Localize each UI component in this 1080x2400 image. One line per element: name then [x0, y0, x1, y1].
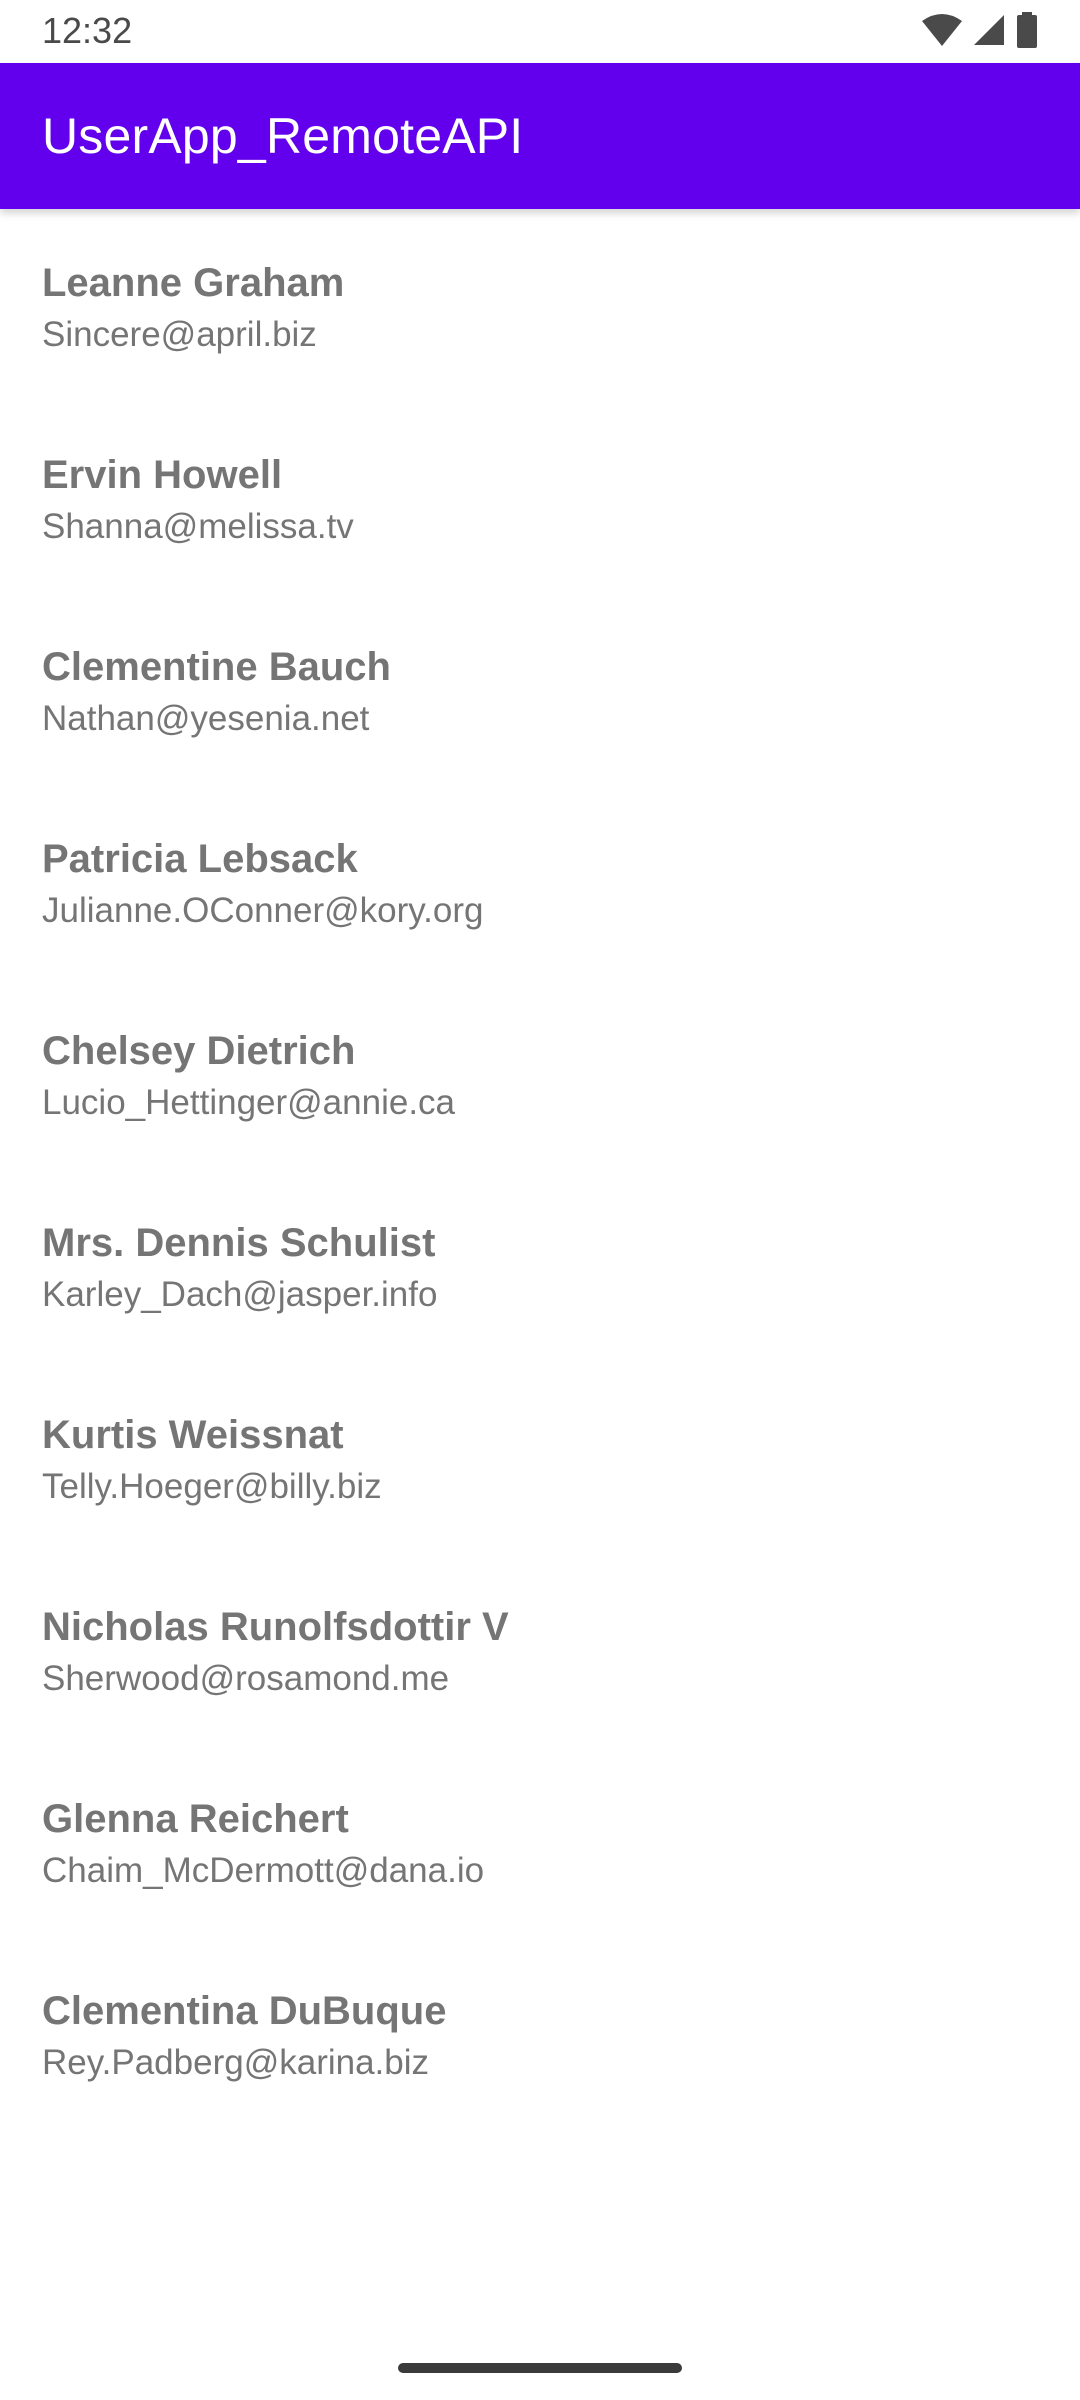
user-list-item[interactable]: Chelsey Dietrich Lucio_Hettinger@annie.c… — [0, 977, 1080, 1169]
user-list: Leanne Graham Sincere@april.biz Ervin Ho… — [0, 209, 1080, 2129]
user-email: Telly.Hoeger@billy.biz — [42, 1467, 382, 1506]
status-time: 12:32 — [42, 10, 133, 51]
battery-icon — [1016, 12, 1038, 48]
user-name: Glenna Reichert — [42, 1797, 349, 1841]
user-name: Clementina DuBuque — [42, 1989, 447, 2033]
user-list-item[interactable]: Leanne Graham Sincere@april.biz — [0, 209, 1080, 401]
user-name: Clementine Bauch — [42, 645, 391, 689]
user-list-item[interactable]: Nicholas Runolfsdottir V Sherwood@rosamo… — [0, 1553, 1080, 1745]
status-bar: 12:32 — [0, 0, 1080, 63]
user-list-item[interactable]: Clementine Bauch Nathan@yesenia.net — [0, 593, 1080, 785]
user-email: Chaim_McDermott@dana.io — [42, 1851, 485, 1890]
status-icons — [922, 12, 1038, 48]
user-email: Rey.Padberg@karina.biz — [42, 2043, 430, 2082]
wifi-icon — [922, 13, 962, 47]
user-list-item[interactable]: Ervin Howell Shanna@melissa.tv — [0, 401, 1080, 593]
user-list-item[interactable]: Mrs. Dennis Schulist Karley_Dach@jasper.… — [0, 1169, 1080, 1361]
user-list-item[interactable]: Glenna Reichert Chaim_McDermott@dana.io — [0, 1745, 1080, 1937]
app-bar: UserApp_RemoteAPI — [0, 63, 1080, 209]
gesture-nav-handle[interactable] — [398, 2363, 682, 2373]
user-email: Julianne.OConner@kory.org — [42, 891, 484, 930]
screen: 12:32 UserApp_RemoteAPI Leanne Graham Si… — [0, 0, 1080, 2400]
user-email: Shanna@melissa.tv — [42, 507, 354, 546]
user-email: Sherwood@rosamond.me — [42, 1659, 450, 1698]
user-name: Ervin Howell — [42, 453, 283, 497]
user-name: Nicholas Runolfsdottir V — [42, 1605, 509, 1649]
user-email: Nathan@yesenia.net — [42, 699, 370, 738]
user-email: Lucio_Hettinger@annie.ca — [42, 1083, 456, 1122]
user-list-item[interactable]: Kurtis Weissnat Telly.Hoeger@billy.biz — [0, 1361, 1080, 1553]
user-email: Karley_Dach@jasper.info — [42, 1275, 438, 1314]
app-title: UserApp_RemoteAPI — [42, 108, 524, 164]
user-list-item[interactable]: Clementina DuBuque Rey.Padberg@karina.bi… — [0, 1937, 1080, 2129]
user-email: Sincere@april.biz — [42, 315, 317, 354]
user-list-item[interactable]: Patricia Lebsack Julianne.OConner@kory.o… — [0, 785, 1080, 977]
user-name: Chelsey Dietrich — [42, 1029, 356, 1073]
cellular-signal-icon — [972, 13, 1006, 47]
user-name: Mrs. Dennis Schulist — [42, 1221, 436, 1265]
user-name: Leanne Graham — [42, 261, 345, 305]
user-name: Patricia Lebsack — [42, 837, 358, 881]
user-name: Kurtis Weissnat — [42, 1413, 344, 1457]
